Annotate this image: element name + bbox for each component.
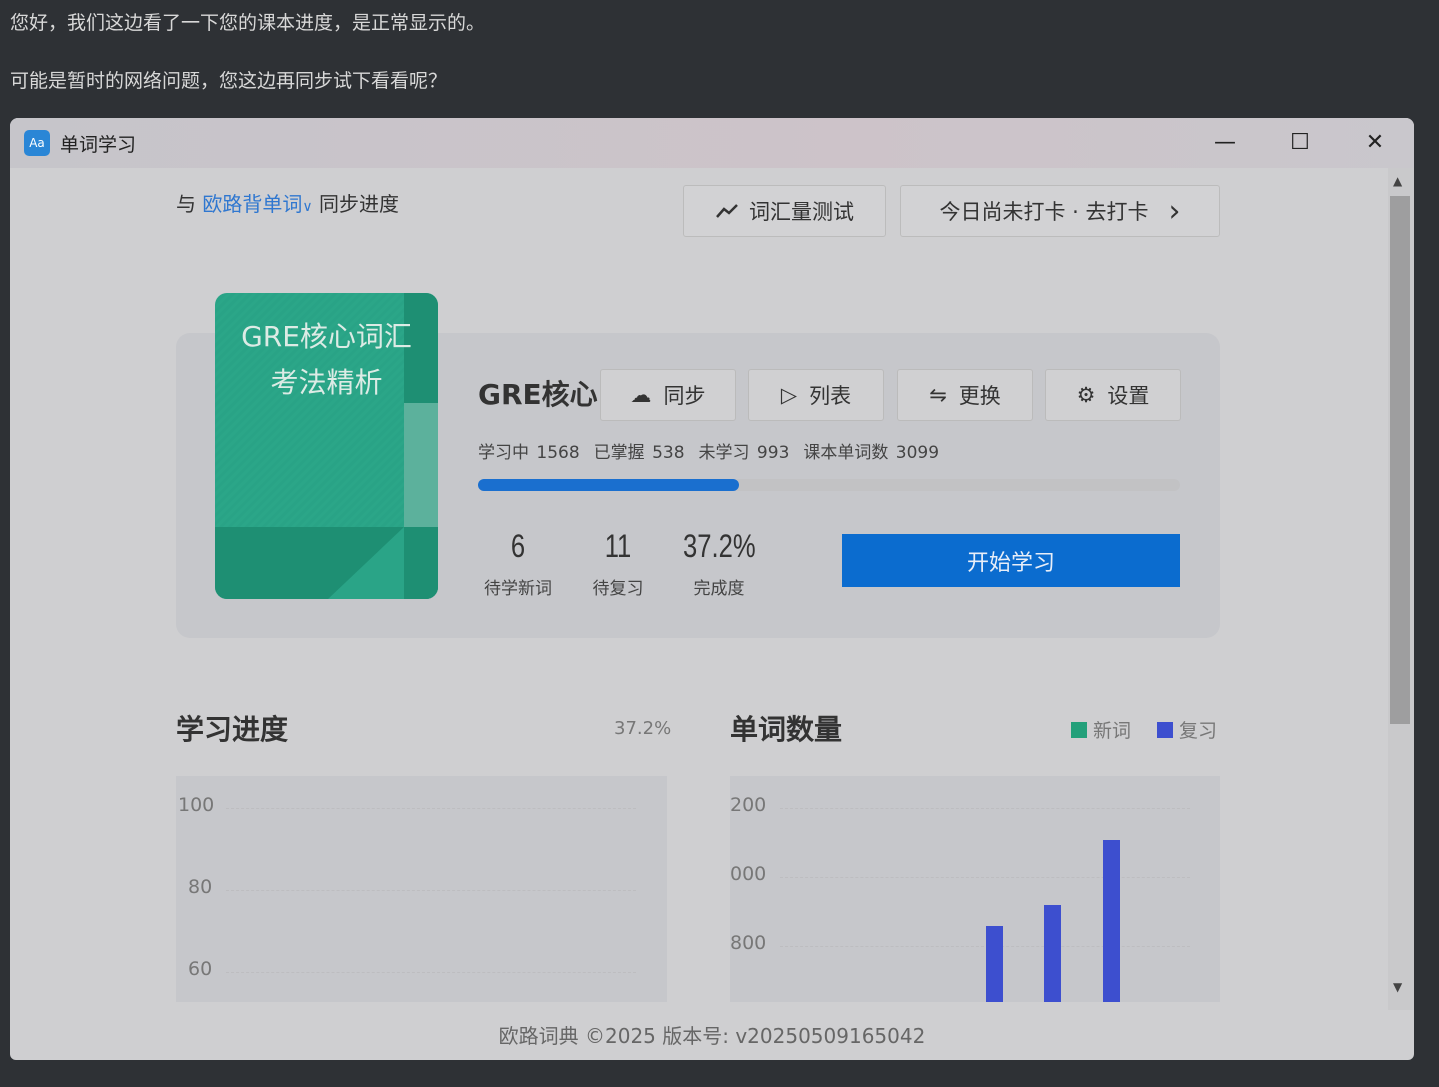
- checkin-button[interactable]: 今日尚未打卡 · 去打卡 ›: [900, 185, 1220, 237]
- maximize-button[interactable]: ☐: [1280, 126, 1320, 160]
- bar-review: [1044, 904, 1061, 1002]
- progress-chart-title: 学习进度: [176, 713, 289, 746]
- stat-learning: 学习中 1568: [478, 443, 580, 463]
- content-area: 与 欧路背单词∨ 同步进度 词汇量测试 今日尚未打卡 · 去打卡 › GRE核心…: [10, 168, 1388, 1060]
- y-tick: 80: [188, 876, 213, 898]
- gear-icon: ⚙: [1076, 383, 1096, 407]
- completion-value: 37.2%: [683, 528, 756, 564]
- start-learning-button[interactable]: 开始学习: [842, 534, 1180, 587]
- change-book-button[interactable]: ⇋ 更换: [897, 369, 1033, 421]
- window-title: 单词学习: [60, 134, 137, 156]
- change-label: 更换: [958, 384, 1001, 408]
- sync-prefix: 与: [176, 192, 196, 216]
- close-button[interactable]: ✕: [1355, 126, 1395, 160]
- sync-source-row: 与 欧路背单词∨ 同步进度: [176, 188, 399, 217]
- book-name: GRE核心: [478, 378, 598, 411]
- sync-source-label: 欧路背单词: [202, 192, 303, 216]
- scroll-down-icon[interactable]: ▼: [1393, 980, 1402, 994]
- y-tick: 800: [730, 932, 767, 954]
- cover-subtitle: 考法精析: [270, 366, 383, 399]
- word-count-chart-title: 单词数量: [730, 713, 843, 746]
- scrollbar-thumb[interactable]: [1390, 196, 1410, 724]
- scroll-up-icon[interactable]: ▲: [1393, 174, 1402, 188]
- stat-mastered: 已掌握 538: [593, 443, 685, 463]
- sync-suffix: 同步进度: [318, 192, 399, 216]
- chat-message-line: 可能是暂时的网络问题，您这边再同步试下看看呢？: [10, 70, 448, 92]
- legend-swatch: [1157, 721, 1173, 738]
- y-tick: 000: [730, 863, 767, 885]
- legend-label: 复习: [1179, 720, 1218, 742]
- stat-total: 课本单词数 3099: [803, 443, 940, 463]
- legend-label: 新词: [1093, 720, 1132, 742]
- new-words-label: 待学新词: [484, 579, 552, 599]
- scrollbar[interactable]: ▲ ▼: [1388, 168, 1414, 1010]
- settings-label: 设置: [1107, 384, 1150, 408]
- trend-up-icon: [716, 204, 738, 218]
- progress-chart-plot: 100 80 60: [176, 776, 667, 1002]
- legend-swatch: [1071, 721, 1087, 738]
- list-label: 列表: [809, 384, 852, 408]
- y-tick: 100: [178, 794, 215, 816]
- vocab-test-button[interactable]: 词汇量测试: [683, 185, 886, 237]
- review-count: 11: [604, 528, 632, 564]
- progress-chart-percent: 37.2%: [614, 718, 672, 739]
- y-tick: 200: [730, 794, 767, 816]
- review-label: 待复习: [592, 579, 644, 599]
- book-stats: 学习中 1568 已掌握 538 未学习 993 课本单词数 3099: [478, 438, 953, 463]
- chevron-down-icon: ∨: [302, 199, 313, 215]
- bar-review: [986, 925, 1003, 1002]
- title-bar[interactable]: Aa 单词学习 — ☐ ✕: [10, 118, 1414, 168]
- checkin-label: 今日尚未打卡 · 去打卡: [939, 200, 1149, 224]
- progress-fill: [478, 479, 740, 491]
- new-words-count: 6: [510, 528, 526, 564]
- sync-button[interactable]: ☁ 同步: [600, 369, 736, 421]
- bar-review: [1103, 840, 1120, 1002]
- play-circle-icon: ▷: [780, 383, 798, 407]
- footer-version: 欧路词典 ©2025 版本号: v20250509165042: [498, 1024, 926, 1048]
- y-tick: 60: [188, 958, 213, 980]
- chat-message-line: 您好，我们这边看了一下您的课本进度，是正常显示的。: [10, 12, 486, 34]
- sync-source-dropdown[interactable]: 欧路背单词∨: [202, 192, 312, 216]
- word-study-window: Aa 单词学习 — ☐ ✕ 与 欧路背单词∨ 同步进度 词汇量测试 今日尚未打卡…: [10, 118, 1414, 1060]
- legend-item-review: 复习: [1157, 716, 1217, 743]
- cover-title: GRE核心词汇: [241, 320, 412, 353]
- app-icon: Aa: [24, 130, 50, 156]
- chevron-right-icon: ›: [1168, 193, 1181, 229]
- sync-label: 同步: [663, 384, 706, 408]
- stat-unlearned: 未学习 993: [698, 443, 790, 463]
- minimize-button[interactable]: —: [1205, 126, 1245, 160]
- book-cover[interactable]: GRE核心词汇 考法精析: [215, 293, 438, 599]
- word-count-chart-plot: 200 000 800: [730, 776, 1220, 1002]
- completion-label: 完成度: [693, 579, 745, 599]
- vocab-test-label: 词汇量测试: [749, 200, 854, 224]
- progress-bar: [478, 479, 1180, 491]
- settings-button[interactable]: ⚙ 设置: [1045, 369, 1181, 421]
- legend-item-new: 新词: [1071, 716, 1131, 743]
- swap-icon: ⇋: [929, 383, 947, 407]
- cloud-sync-icon: ☁: [630, 383, 652, 407]
- list-button[interactable]: ▷ 列表: [748, 369, 884, 421]
